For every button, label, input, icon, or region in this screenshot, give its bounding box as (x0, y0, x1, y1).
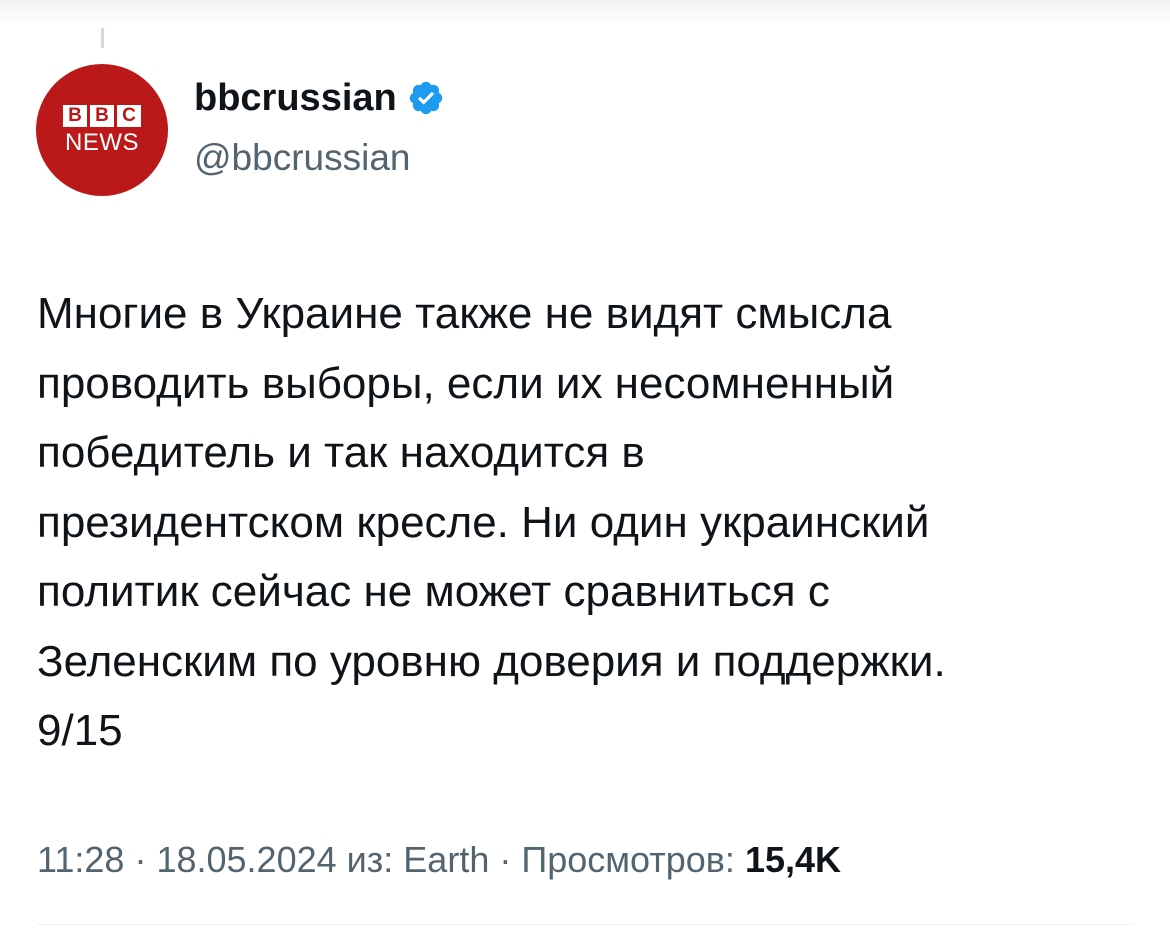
display-name[interactable]: bbcrussian (194, 74, 397, 122)
display-name-row[interactable]: bbcrussian (194, 74, 445, 122)
top-fade (0, 0, 1170, 26)
bbc-logo-block: B (63, 104, 87, 127)
thread-connector-line (101, 28, 104, 48)
tweet-source[interactable]: Earth (403, 839, 489, 880)
meta-separator: · (499, 839, 512, 880)
user-handle[interactable]: @bbcrussian (194, 134, 411, 182)
source-prefix: из: (346, 839, 394, 880)
views-label: Просмотров: (521, 839, 735, 880)
tweet-meta-row: 11:28 · 18.05.2024 из: Earth · Просмотро… (37, 836, 841, 884)
meta-separator: · (134, 839, 147, 880)
bbc-logo-block: B (90, 104, 114, 127)
bbc-logo-news-word: NEWS (65, 128, 139, 156)
verified-badge-icon (409, 81, 442, 115)
bbc-logo-block: C (117, 104, 141, 127)
tweet-date[interactable]: 18.05.2024 (156, 839, 336, 880)
views-count[interactable]: 15,4K (745, 839, 841, 880)
divider (37, 924, 1133, 925)
tweet-time[interactable]: 11:28 (37, 839, 124, 880)
tweet-text: Многие в Украине также не видят смысла п… (37, 289, 946, 755)
avatar[interactable]: B B C NEWS (36, 64, 168, 196)
bbc-logo-blocks: B B C (63, 104, 141, 127)
